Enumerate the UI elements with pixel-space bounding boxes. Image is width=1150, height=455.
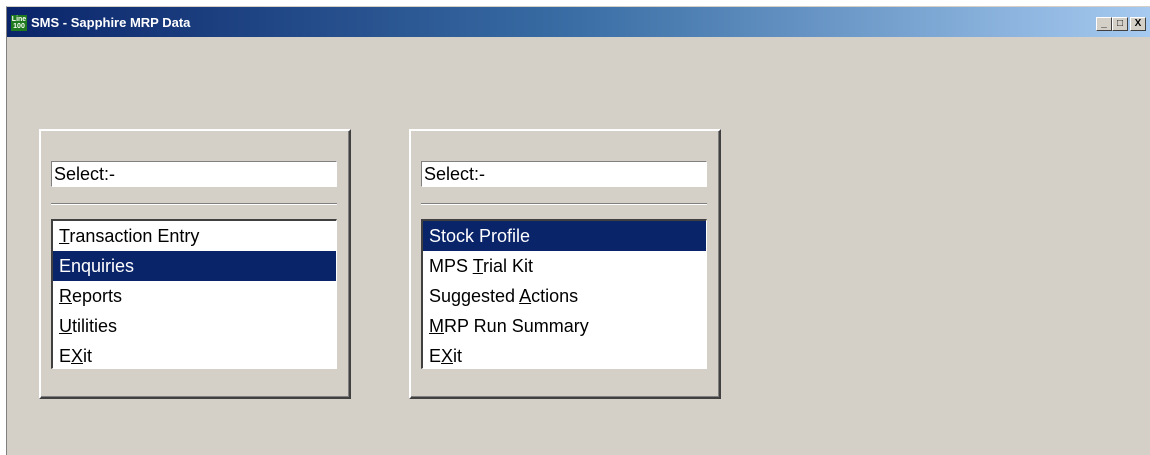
- menu-item-enquiries[interactable]: Enquiries: [53, 251, 336, 281]
- menu-item-mps-trial-kit[interactable]: MPS Trial Kit: [423, 251, 706, 281]
- item-text-post: it: [453, 346, 463, 366]
- app-icon-text-top: Line: [11, 16, 27, 23]
- enquiries-menu-panel: Select:- Stock Profile MPS Trial Kit Sug…: [409, 129, 721, 399]
- item-text-post: ransaction Entry: [69, 226, 200, 246]
- menu-item-exit[interactable]: EXit: [53, 341, 336, 368]
- menu-item-stock-profile[interactable]: Stock Profile: [423, 221, 706, 251]
- item-mnemonic: S: [429, 226, 442, 246]
- item-text-post: tock Profile: [441, 226, 531, 246]
- item-text-post: RP Run Summary: [444, 316, 589, 336]
- item-text-pre: MPS: [429, 256, 473, 276]
- window-title: SMS - Sapphire MRP Data: [31, 15, 191, 30]
- item-text-post: rial Kit: [483, 256, 534, 276]
- item-mnemonic: T: [59, 226, 70, 246]
- maximize-button[interactable]: □: [1112, 17, 1128, 31]
- menu-item-mrp-run-summary[interactable]: MRP Run Summary: [423, 311, 706, 341]
- minimize-button[interactable]: _: [1096, 17, 1112, 31]
- item-text-pre: Suggested: [429, 286, 520, 306]
- item-text-post: it: [83, 346, 93, 366]
- menu-item-transaction-entry[interactable]: Transaction Entry: [53, 221, 336, 251]
- minimize-icon: _: [1101, 18, 1107, 29]
- menu-item-suggested-actions[interactable]: Suggested Actions: [423, 281, 706, 311]
- menu-item-exit[interactable]: EXit: [423, 341, 706, 368]
- select-label: Select:-: [51, 161, 337, 187]
- close-icon: X: [1134, 18, 1142, 29]
- main-menu-list[interactable]: Transaction Entry Enquiries Reports Util…: [51, 219, 337, 369]
- item-mnemonic: M: [429, 316, 444, 336]
- maximize-icon: □: [1116, 18, 1124, 29]
- item-text-post: nquiries: [71, 256, 135, 276]
- item-mnemonic: A: [519, 286, 532, 306]
- item-text-post: ctions: [531, 286, 579, 306]
- divider: [51, 203, 337, 205]
- menu-item-utilities[interactable]: Utilities: [53, 311, 336, 341]
- item-text-post: tilities: [72, 316, 118, 336]
- item-mnemonic: U: [59, 316, 72, 336]
- divider: [421, 203, 707, 205]
- app-icon-text-bottom: 100: [13, 23, 25, 30]
- item-mnemonic: E: [59, 256, 72, 276]
- main-menu-panel: Select:- Transaction Entry Enquiries Rep…: [39, 129, 351, 399]
- item-text-pre: E: [429, 346, 442, 366]
- item-text-pre: E: [59, 346, 72, 366]
- enquiries-menu-list[interactable]: Stock Profile MPS Trial Kit Suggested Ac…: [421, 219, 707, 369]
- select-label: Select:-: [421, 161, 707, 187]
- main-window: Line 100 SMS - Sapphire MRP Data _ □ X S…: [6, 6, 1150, 455]
- item-mnemonic: X: [71, 346, 84, 366]
- item-mnemonic: R: [59, 286, 72, 306]
- item-text-post: eports: [72, 286, 123, 306]
- title-bar[interactable]: Line 100 SMS - Sapphire MRP Data _ □ X: [7, 7, 1150, 37]
- item-mnemonic: X: [441, 346, 454, 366]
- close-button[interactable]: X: [1130, 17, 1146, 31]
- item-mnemonic: T: [472, 256, 484, 276]
- menu-item-reports[interactable]: Reports: [53, 281, 336, 311]
- app-icon[interactable]: Line 100: [11, 15, 27, 31]
